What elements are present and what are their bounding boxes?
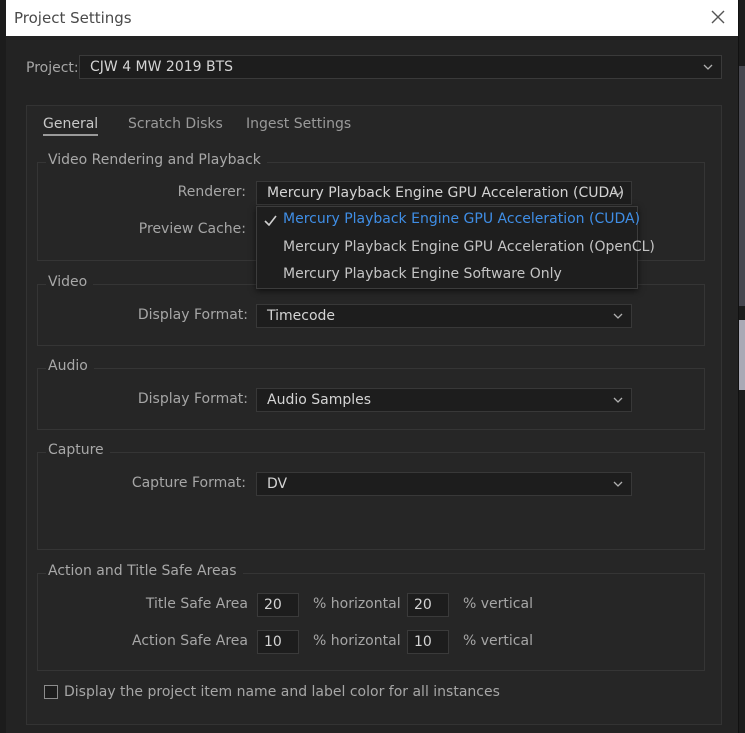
action-safe-horizontal-label: % horizontal [313,633,401,649]
title-safe-vertical-input[interactable]: 20 [407,593,449,617]
window-title: Project Settings [14,9,132,27]
project-select-value: CJW 4 MW 2019 BTS [90,59,234,75]
project-settings-dialog: Project Settings Project: CJW 4 MW 2019 … [6,0,739,733]
renderer-select[interactable]: Mercury Playback Engine GPU Acceleration… [256,181,632,205]
display-item-name-checkbox[interactable] [44,685,58,699]
title-safe-vertical-label: % vertical [463,596,533,612]
video-title: Video [46,274,94,290]
action-safe-label: Action Safe Area [132,633,248,649]
project-select[interactable]: CJW 4 MW 2019 BTS [79,55,722,79]
video-display-format-value: Timecode [267,308,336,324]
display-item-name-label: Display the project item name and label … [64,684,500,700]
video-rendering-title: Video Rendering and Playback [46,152,267,168]
audio-group: Audio Display Format: Audio Samples [37,358,705,430]
title-safe-horizontal-label: % horizontal [313,596,401,612]
title-safe-horizontal-input[interactable]: 20 [257,593,299,617]
close-icon[interactable] [710,9,726,25]
renderer-option-software[interactable]: Mercury Playback Engine Software Only [283,266,562,282]
chevron-down-icon [613,481,623,487]
tab-general[interactable]: General [43,116,99,136]
action-safe-horizontal-input[interactable]: 10 [257,630,299,654]
capture-title: Capture [46,442,110,458]
audio-display-format-select[interactable]: Audio Samples [256,388,632,412]
capture-format-select[interactable]: DV [256,472,632,496]
chevron-down-icon [613,397,623,403]
preview-cache-label: Preview Cache: [138,221,246,237]
check-icon [264,215,277,226]
renderer-option-cuda[interactable]: Mercury Playback Engine GPU Acceleration… [283,211,640,227]
action-safe-vertical-label: % vertical [463,633,533,649]
action-safe-vertical-input[interactable]: 10 [407,630,449,654]
tab-scratch-disks[interactable]: Scratch Disks [128,116,223,132]
audio-display-format-label: Display Format: [137,391,248,407]
tab-ingest-settings[interactable]: Ingest Settings [246,116,351,132]
title-safe-label: Title Safe Area [145,596,248,612]
capture-group: Capture Capture Format: DV [37,442,705,550]
chevron-down-icon [613,313,623,319]
background-app-right [738,0,745,733]
title-bar: Project Settings [6,0,738,36]
renderer-dropdown-menu: Mercury Playback Engine GPU Acceleration… [256,206,655,289]
audio-display-format-value: Audio Samples [267,392,372,408]
safe-areas-title: Action and Title Safe Areas [46,563,243,579]
video-group: Video Display Format: Timecode [37,274,705,346]
video-display-format-label: Display Format: [137,307,248,323]
renderer-label: Renderer: [177,184,246,200]
renderer-select-value: Mercury Playback Engine GPU Acceleration… [267,185,625,201]
renderer-option-opencl[interactable]: Mercury Playback Engine GPU Acceleration… [283,239,655,255]
chevron-down-icon [613,190,623,196]
chevron-down-icon [703,64,713,70]
video-display-format-select[interactable]: Timecode [256,304,632,328]
audio-title: Audio [46,358,94,374]
project-label: Project: [26,60,79,76]
capture-format-label: Capture Format: [131,475,246,491]
capture-format-value: DV [267,476,288,492]
safe-areas-group: Action and Title Safe Areas Title Safe A… [37,563,705,671]
settings-tabs-panel: General Scratch Disks Ingest Settings Vi… [26,105,722,725]
